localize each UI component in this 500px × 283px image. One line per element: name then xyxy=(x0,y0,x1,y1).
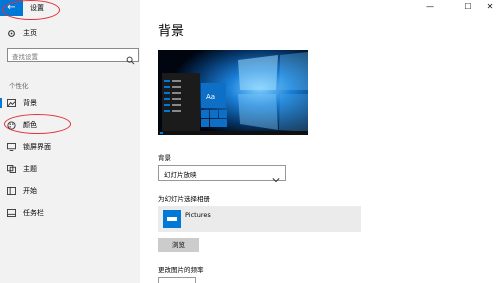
sidebar-item-lock-screen[interactable]: 锁屏界面 xyxy=(0,139,140,155)
maximize-icon: ☐ xyxy=(464,2,472,11)
start-icon xyxy=(0,187,22,195)
browse-button[interactable]: 浏览 xyxy=(158,238,199,252)
section-label: 个性化 xyxy=(9,82,29,90)
sidebar-item-background[interactable]: 背景 xyxy=(0,95,140,111)
desktop-preview-image xyxy=(158,50,308,135)
page-title: 背景 xyxy=(158,24,185,39)
preview-tile-text: Aa xyxy=(206,93,216,101)
sidebar-item-label: 任务栏 xyxy=(23,208,44,217)
album-picker[interactable]: Pictures xyxy=(158,206,361,232)
sidebar-item-label: 背景 xyxy=(23,98,37,107)
background-preview: Aa xyxy=(158,50,308,135)
album-name: Pictures xyxy=(185,211,211,219)
sidebar-item-start[interactable]: 开始 xyxy=(0,183,140,199)
lock-screen-icon xyxy=(0,143,22,151)
taskbar-icon xyxy=(0,209,22,217)
annotation-circle-title xyxy=(2,0,60,20)
close-icon: ✕ xyxy=(486,2,494,11)
search-placeholder: 查找设置 xyxy=(12,53,38,61)
background-dropdown[interactable]: 幻灯片放映 xyxy=(158,165,286,183)
frequency-label: 更改图片的频率 xyxy=(158,266,204,274)
search-input[interactable]: 查找设置 xyxy=(7,48,139,65)
sidebar-item-label: 开始 xyxy=(23,186,37,195)
sidebar-item-label: 主题 xyxy=(23,164,37,173)
theme-icon xyxy=(0,165,22,173)
background-label: 背景 xyxy=(158,154,171,162)
close-button[interactable]: ✕ xyxy=(480,0,500,14)
frequency-dropdown[interactable] xyxy=(158,277,196,283)
sidebar-item-label: 主页 xyxy=(23,28,37,37)
sidebar-item-label: 锁屏界面 xyxy=(23,142,51,151)
search-icon xyxy=(126,50,135,69)
background-dropdown-value: 幻灯片放映 xyxy=(164,171,197,179)
sidebar-item-home[interactable]: 主页 xyxy=(0,25,140,41)
image-icon xyxy=(0,99,22,107)
sidebar-item-taskbar[interactable]: 任务栏 xyxy=(0,205,140,221)
album-label: 为幻灯片选择相册 xyxy=(158,195,210,203)
sidebar: ← 设置 主页 查找设置 个性化 背景 颜色 锁屏界面 主题 开始 任务栏 xyxy=(0,0,140,283)
chevron-down-icon xyxy=(272,169,280,188)
maximize-button[interactable]: ☐ xyxy=(458,0,478,14)
home-gear-icon xyxy=(0,29,22,38)
minimize-icon: — xyxy=(426,2,434,11)
sidebar-item-themes[interactable]: 主题 xyxy=(0,161,140,177)
minimize-button[interactable]: — xyxy=(420,0,440,14)
annotation-circle-colors xyxy=(4,114,71,134)
folder-icon xyxy=(163,210,181,228)
